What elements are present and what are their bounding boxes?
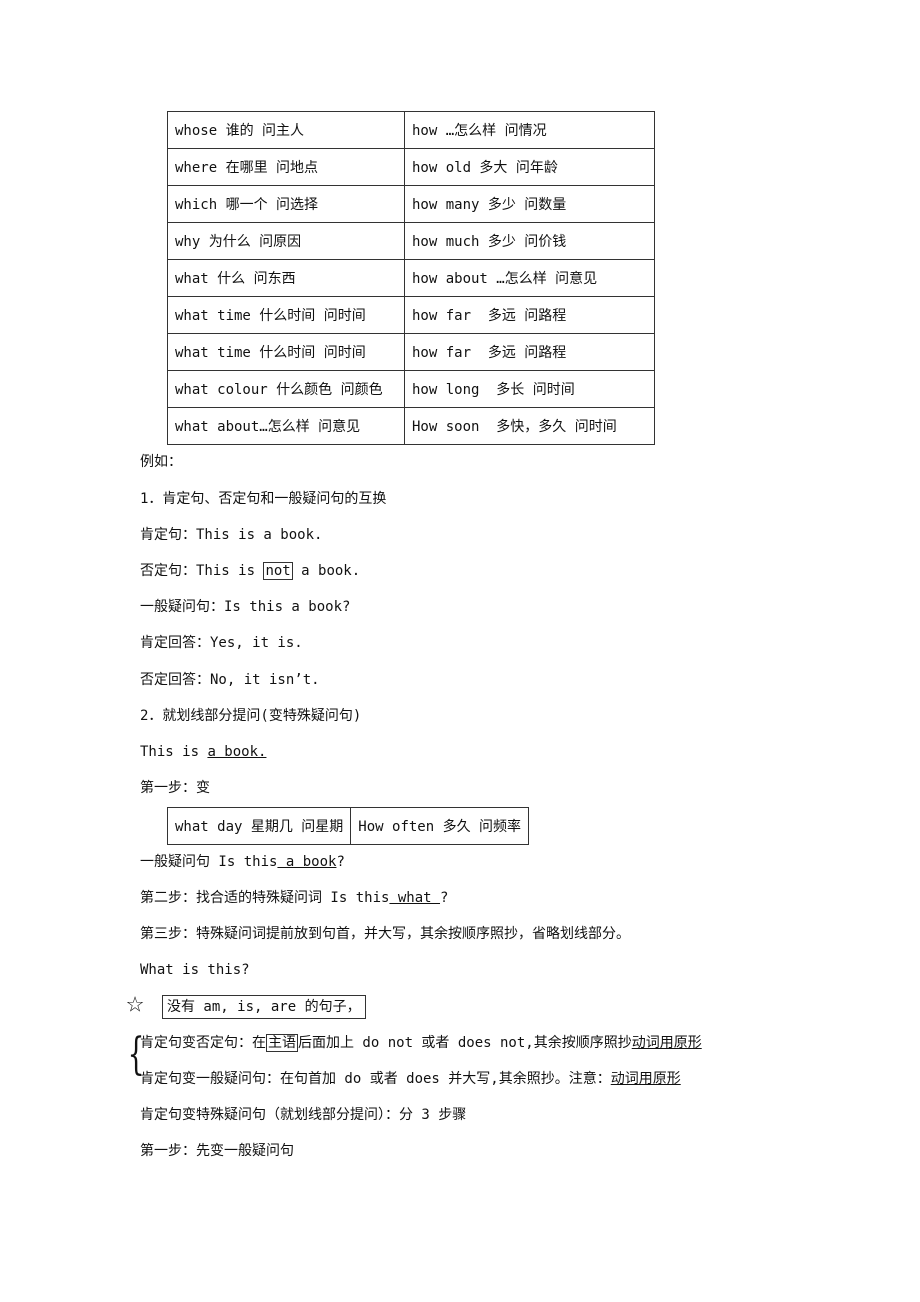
table-cell: what about…怎么样 问意见 [167, 407, 405, 445]
affirmative-example: 肯定句：This is a book. [140, 527, 323, 543]
rule-question: 肯定句变一般疑问句：在句首加 do 或者 does 并大写,其余照抄。注意：动词… [140, 1070, 681, 1088]
general-question: 一般疑问句 Is this a book? [140, 853, 345, 871]
table-cell: what 什么 问东西 [167, 259, 405, 297]
text: 第二步：找合适的特殊疑问词 Is this [140, 890, 390, 906]
underlined-text: 动词用原形 [610, 1071, 681, 1087]
text: 一般疑问句 Is this [140, 854, 278, 870]
section2-title: 2．就划线部分提问(变特殊疑问句) [140, 708, 362, 724]
table-cell: how far 多远 问路程 [404, 333, 655, 371]
subject-boxed: 主语 [266, 1034, 298, 1052]
text: 否定句：This is [140, 563, 264, 579]
text: ? [336, 854, 345, 870]
rule-step1: 第一步：先变一般疑问句 [140, 1143, 294, 1159]
table-cell: what time 什么时间 问时间 [167, 333, 405, 371]
table-row: why 为什么 问原因 how much 多少 问价钱 [167, 222, 655, 260]
section2-sentence: This is a book. [140, 743, 266, 761]
example-label: 例如： [140, 454, 182, 470]
table-cell: how long 多长 问时间 [404, 370, 655, 408]
table-cell: how …怎么样 问情况 [404, 111, 655, 149]
table-cell: how far 多远 问路程 [404, 296, 655, 334]
table-cell: what day 星期几 问星期 [166, 807, 352, 845]
table-row: what 什么 问东西 how about …怎么样 问意见 [167, 259, 655, 297]
table-cell: how old 多大 问年龄 [404, 148, 655, 186]
underlined-text: what [389, 890, 441, 906]
section1-title: 1．肯定句、否定句和一般疑问句的互换 [140, 491, 387, 507]
question-example: 一般疑问句：Is this a book? [140, 599, 351, 615]
table-row: what time 什么时间 问时间 how far 多远 问路程 [167, 333, 655, 371]
table-row: what colour 什么颜色 问颜色 how long 多长 问时间 [167, 370, 655, 408]
document-page: whose 谁的 问主人 how …怎么样 问情况 where 在哪里 问地点 how… [0, 0, 920, 1302]
table-cell: how much 多少 问价钱 [404, 222, 655, 260]
table-cell: which 哪一个 问选择 [167, 185, 405, 223]
step3: 第三步：特殊疑问词提前放到句首，并大写，其余按顺序照抄，省略划线部分。 [140, 926, 630, 942]
table-row: what time 什么时间 问时间 how far 多远 问路程 [167, 296, 655, 334]
table-cell: how many 多少 问数量 [404, 185, 655, 223]
table-cell: How soon 多快，多久 问时间 [404, 407, 655, 445]
star-icon: ☆ [126, 985, 145, 1020]
text: 肯定句变一般疑问句：在句首加 do 或者 does 并大写,其余照抄。注意： [140, 1071, 611, 1087]
table-row: what about…怎么样 问意见 How soon 多快，多久 问时间 [167, 407, 655, 445]
no-answer: 否定回答：No, it isn’t. [140, 672, 320, 688]
table-cell: why 为什么 问原因 [167, 222, 405, 260]
underlined-text: a book [277, 854, 337, 870]
not-boxed: not [263, 562, 293, 580]
table-cell: what time 什么时间 问时间 [167, 296, 405, 334]
text: This is [140, 744, 208, 760]
text: 肯定句变否定句：在 [140, 1035, 266, 1051]
step1: 第一步：变 [140, 780, 210, 796]
table-row: which 哪一个 问选择 how many 多少 问数量 [167, 185, 655, 223]
result: What is this? [140, 962, 250, 978]
text: a book. [292, 563, 361, 579]
table-cell: where 在哪里 问地点 [167, 148, 405, 186]
table-row: where 在哪里 问地点 how old 多大 问年龄 [167, 148, 655, 186]
table-cell: How often 多久 问频率 [350, 807, 530, 845]
rule-negative: 肯定句变否定句：在 主语 后面加上 do not 或者 does not,其余按顺序… [140, 1034, 702, 1052]
star-note: 没有 am, is, are 的句子， [162, 995, 366, 1019]
table-cell: whose 谁的 问主人 [167, 111, 405, 149]
negative-example: 否定句：This is not a book. [140, 562, 360, 580]
table-row: whose 谁的 问主人 how …怎么样 问情况 [167, 111, 655, 149]
underlined-text: 动词用原形 [631, 1035, 702, 1051]
yes-answer: 肯定回答：Yes, it is. [140, 635, 303, 651]
table-cell: how about …怎么样 问意见 [404, 259, 655, 297]
table-cell: what colour 什么颜色 问颜色 [167, 370, 405, 408]
text: ? [440, 890, 449, 906]
question-words-table: whose 谁的 问主人 how …怎么样 问情况 where 在哪里 问地点 how… [167, 111, 655, 445]
text: 后面加上 do not 或者 does not,其余按顺序照抄 [298, 1035, 632, 1051]
step2: 第二步：找合适的特殊疑问词 Is this what ? [140, 889, 448, 907]
rule-special: 肯定句变特殊疑问句（就划线部分提问）：分 3 步骤 [140, 1107, 467, 1123]
question-words-table-2: what day 星期几 问星期 How often 多久 问频率 [166, 807, 530, 845]
underlined-text: a book. [207, 744, 267, 760]
